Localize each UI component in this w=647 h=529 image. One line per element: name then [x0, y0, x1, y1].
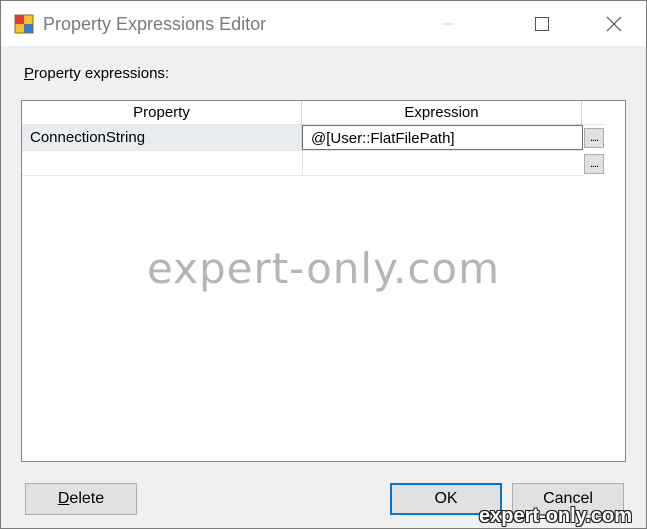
column-header-property[interactable]: Property	[22, 101, 302, 125]
ssis-package-icon	[14, 13, 36, 35]
close-button[interactable]	[586, 1, 642, 46]
minimize-button[interactable]	[420, 1, 476, 46]
property-expressions-grid[interactable]: Property Expression ConnectionString @[U…	[21, 100, 626, 462]
row-2-expression-cell[interactable]	[303, 151, 583, 176]
row-separator	[22, 175, 583, 176]
property-expressions-label: Property expressions:	[24, 65, 169, 83]
property-expressions-editor-window: Property Expressions Editor Property exp…	[0, 0, 647, 529]
close-icon	[606, 16, 622, 31]
row-1-property-cell[interactable]: ConnectionString	[22, 125, 302, 150]
column-header-blank	[582, 101, 606, 125]
watermark: expert-only.com	[146, 244, 501, 293]
row-2-property-cell[interactable]	[22, 151, 302, 176]
column-header-expression[interactable]: Expression	[302, 101, 582, 125]
title-bar: Property Expressions Editor	[1, 1, 646, 46]
maximize-icon	[535, 16, 549, 31]
label-mnemonic: P	[24, 65, 35, 82]
maximize-button[interactable]	[514, 1, 570, 46]
row-2-column-divider	[302, 151, 303, 176]
label-text: roperty expressions:	[34, 65, 170, 82]
row-1-ellipsis-button[interactable]: ....	[584, 128, 604, 148]
footer-brand: expert-only.com	[479, 505, 632, 527]
delete-label: elete	[69, 490, 105, 507]
row-1-expression-cell[interactable]: @[User::FlatFilePath]	[302, 125, 583, 150]
delete-button[interactable]: Delete	[25, 483, 137, 515]
minimize-icon	[442, 23, 454, 24]
window-title: Property Expressions Editor	[43, 14, 267, 34]
delete-mnemonic: D	[57, 490, 70, 507]
row-2-ellipsis-button[interactable]: ....	[584, 154, 604, 174]
